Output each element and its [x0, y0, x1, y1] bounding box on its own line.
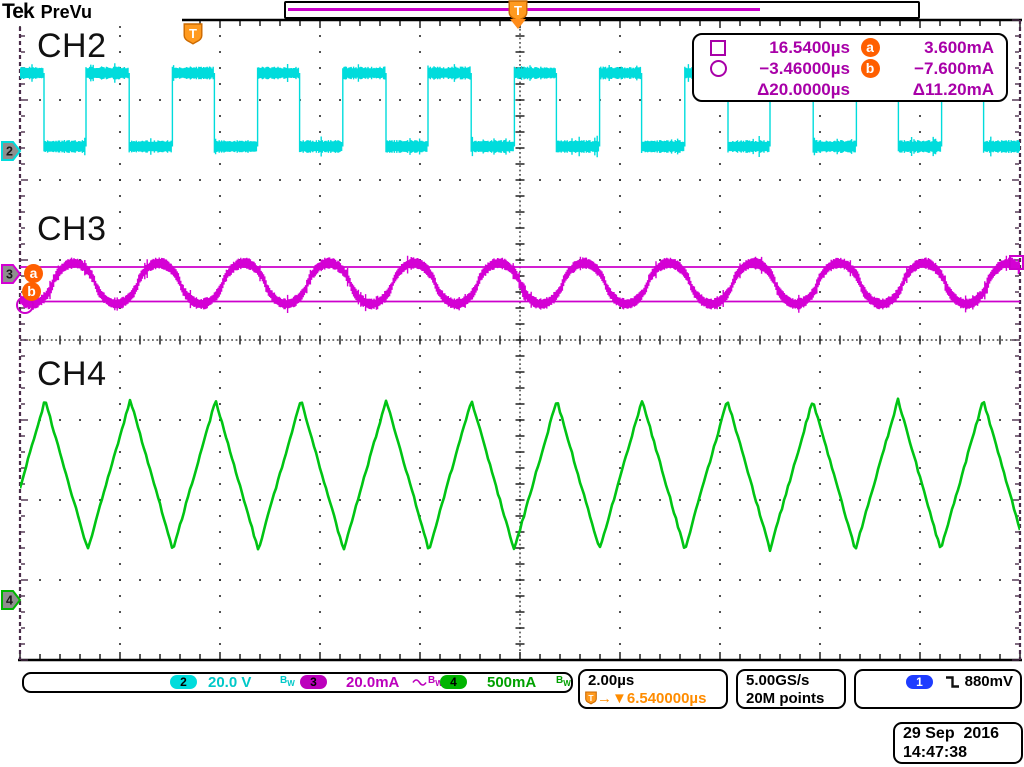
waveform-display: 2 3 4	[0, 0, 1024, 767]
acquisition-status: PreVu	[41, 2, 92, 22]
falling-edge-icon	[944, 674, 961, 690]
svg-text:2: 2	[6, 145, 13, 159]
record-length: 20M points	[746, 690, 824, 707]
cursor-a-time: 16.5400µs	[740, 38, 850, 58]
cursor-a-badge: a	[861, 38, 880, 57]
channel-4-label: CH4	[37, 355, 107, 394]
cursor-delta-value: Δ11.20mA	[890, 80, 994, 100]
channel-4-bandwidth-icon: BW	[556, 675, 571, 688]
timebase-scale: 2.00µs	[588, 672, 634, 689]
svg-text:T: T	[189, 26, 197, 41]
datetime-box: 29 Sep 2016 14:47:38	[893, 722, 1023, 764]
cursor-a-value: 3.600mA	[890, 38, 994, 58]
channel-4-scale: 500mA	[487, 674, 536, 691]
cursor-b-value: −7.600mA	[890, 59, 994, 79]
cursor-b-level-badge: b	[22, 282, 41, 301]
cursor-a-row: 16.5400µs a 3.600mA	[694, 37, 1006, 58]
svg-text:T: T	[514, 3, 522, 18]
cursor-a-square-marker	[1009, 255, 1024, 270]
time-label: 14:47:38	[903, 744, 967, 762]
cursor-readout-box: 16.5400µs a 3.600mA −3.46000µs b −7.600m…	[692, 33, 1008, 102]
brand-logo: Tek	[2, 0, 34, 23]
trigger-delay-readout: T →▼6.540000µs	[585, 690, 706, 707]
ground-markers: 2 3 4	[2, 142, 20, 609]
cursor-b-row: −3.46000µs b −7.600mA	[694, 58, 1006, 79]
trigger-source-badge: 1	[906, 675, 933, 689]
graticule	[18, 20, 1022, 660]
channel-readout-bar: 2 20.0 V BW 3 20.0mA BW 4 500mA BW	[22, 672, 573, 693]
date-label: 29 Sep 2016	[903, 725, 999, 743]
cursor-b-time: −3.46000µs	[740, 59, 850, 79]
svg-text:4: 4	[6, 594, 13, 608]
channel-2-scale: 20.0 V	[208, 674, 251, 691]
acquisition-preview-bar	[284, 1, 920, 19]
channel-3-scale: 20.0mA	[346, 674, 399, 691]
svg-text:3: 3	[6, 268, 13, 282]
channel-3-badge: 3	[300, 675, 327, 689]
cursor-delta-row: Δ20.0000µs Δ11.20mA	[694, 79, 1006, 100]
trigger-level: 880mV	[965, 673, 1013, 690]
channel-2-label: CH2	[37, 27, 107, 66]
cursor-a-square-icon	[710, 40, 726, 56]
acquisition-readout-box: 5.00GS/s 20M points	[736, 669, 846, 709]
cursor-a-level-badge: a	[24, 264, 43, 283]
svg-text:T: T	[588, 693, 594, 703]
expansion-point-icon	[510, 19, 526, 29]
trigger-readout-box: 1 880mV	[854, 669, 1022, 709]
cursor-b-badge: b	[861, 59, 880, 78]
trigger-delay-icon: T	[585, 691, 597, 705]
trigger-position-icon: T	[183, 23, 203, 45]
sample-rate: 5.00GS/s	[746, 672, 809, 689]
horizontal-readout-box: 2.00µs T →▼6.540000µs	[578, 669, 728, 709]
oscilloscope-screen: 2 3 4 Tek PreVu T T CH2 CH3 CH4 16.5400µs a…	[0, 0, 1024, 767]
channel-2-badge: 2	[170, 675, 197, 689]
cursor-delta-time: Δ20.0000µs	[740, 80, 850, 100]
trigger-delay-value: 6.540000µs	[627, 690, 707, 707]
brand-area: Tek PreVu	[2, 0, 182, 26]
cursor-b-circle-icon	[710, 60, 727, 77]
channel-3-label: CH3	[37, 210, 107, 249]
channel-4-badge: 4	[440, 675, 467, 689]
channel-2-bandwidth-icon: BW	[280, 675, 295, 688]
trace-ch3	[20, 256, 1020, 313]
channel-3-coupling-icon	[412, 677, 427, 688]
